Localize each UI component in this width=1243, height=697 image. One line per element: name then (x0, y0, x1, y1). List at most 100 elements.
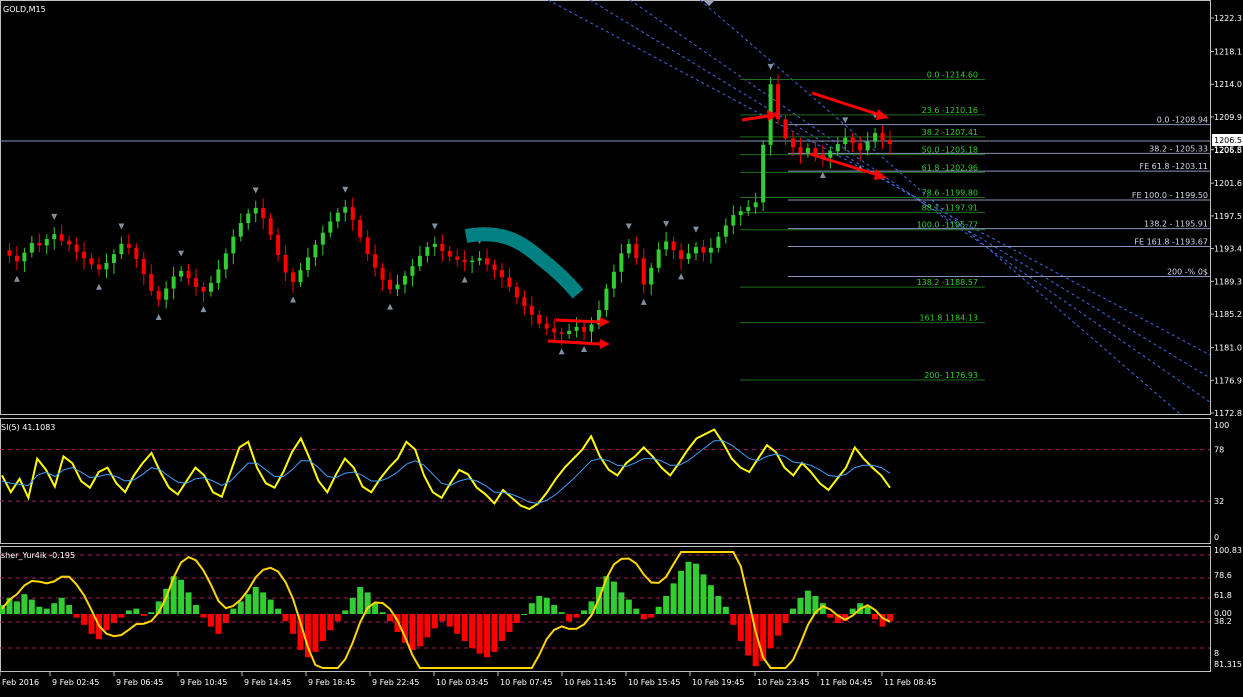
candle-body (701, 247, 706, 253)
x-axis-label: 9 Feb 22:45 (372, 678, 419, 687)
fib-level-label: 23.6 -1210.16 (922, 106, 978, 115)
candle-body (716, 236, 721, 248)
fisher-bar (543, 597, 550, 614)
candle-body (671, 241, 676, 251)
fisher-bar (461, 614, 468, 641)
arrow-flag-bottom (547, 339, 601, 346)
candle-body (619, 253, 624, 272)
candle-body (529, 306, 534, 315)
fisher-bar (66, 605, 73, 614)
candle-body (626, 243, 631, 254)
fractal-down-arrow (387, 303, 394, 310)
fisher-bar (498, 614, 505, 641)
candle-body (268, 218, 273, 236)
candle-body (738, 211, 743, 216)
fisher-bar (140, 614, 147, 616)
candle-body (380, 267, 385, 280)
fisher-bar (767, 614, 774, 649)
price-panel-frame (0, 0, 1211, 415)
fe-level-label: FE 61.8 -1203.11 (1139, 162, 1208, 171)
fisher-bar (409, 614, 416, 650)
candle-body (7, 250, 12, 256)
scroll-marker-icon[interactable] (703, 0, 715, 6)
fractal-up-arrow (342, 186, 349, 193)
fisher-axis-label: 38.2 (1214, 617, 1232, 626)
fib-level-label: 88.1 -1197.91 (922, 204, 978, 213)
fractal-down-arrow (290, 296, 297, 303)
fractal-up-arrow (767, 63, 774, 70)
fisher-bar (245, 594, 252, 614)
candle-body (141, 258, 146, 275)
fisher-bar (700, 574, 707, 614)
fractal-up-arrow (625, 223, 632, 230)
price-axis-label: 1197.5 (1214, 212, 1242, 221)
fractal-down-arrow (13, 275, 20, 282)
fisher-bar (118, 614, 125, 618)
fisher-bar (484, 614, 491, 658)
fisher-bar (566, 614, 573, 622)
candle-body (350, 207, 355, 220)
fisher-bar (260, 592, 267, 614)
fisher-bar (707, 585, 714, 614)
candle-body (537, 314, 542, 324)
fe-level-label: 38.2 - 1205.33 (1149, 144, 1208, 153)
price-axis-label: 1209.9 (1214, 113, 1242, 122)
current-price-tag-text: 1206.5 (1214, 136, 1242, 145)
candle-body (776, 84, 781, 120)
candle-body (283, 255, 288, 273)
fisher-bar (804, 590, 811, 614)
candle-body (119, 243, 124, 255)
fractal-up-arrow (118, 223, 125, 230)
candle-body (320, 232, 325, 245)
fisher-bar (864, 606, 871, 614)
fisher-axis-label: 78.6 (1214, 571, 1232, 580)
trading-chart-window: 0.0 -1214.6023.6 -1210.1638.2 -1207.4150… (0, 0, 1243, 687)
fisher-bar (581, 610, 588, 614)
candle-body (828, 151, 833, 158)
candle-body (604, 288, 609, 311)
fib-level-label: 138.2 -1188.57 (917, 278, 978, 287)
candle-body (850, 137, 855, 144)
candle-body (201, 286, 206, 292)
fisher-bar (13, 601, 20, 614)
candle-body (805, 148, 810, 153)
candle-body (59, 234, 64, 241)
fractal-up-arrow (252, 187, 259, 194)
candle-body (723, 225, 728, 237)
candle-body (74, 244, 79, 252)
candle-body (507, 277, 512, 287)
candle-body (417, 255, 422, 267)
fisher-bar (782, 614, 789, 623)
fisher-bar (469, 614, 476, 649)
x-axis-label: 11 Feb 04:45 (820, 678, 872, 687)
fisher-bar (536, 596, 543, 614)
fisher-bar (797, 597, 804, 614)
candle-body (388, 279, 393, 290)
candle-body (22, 252, 27, 262)
fisher-bar (133, 608, 140, 614)
fisher-bar (775, 614, 782, 636)
fisher-bar (148, 612, 155, 614)
candle-body (790, 138, 795, 148)
x-axis-label: 10 Feb 11:45 (564, 678, 616, 687)
x-axis-label: 9 Feb 06:45 (116, 678, 163, 687)
candle-body (634, 243, 639, 259)
fractal-down-arrow (200, 306, 207, 313)
fisher-bar (193, 605, 200, 614)
fisher-bar (827, 614, 834, 618)
x-axis-label: 10 Feb 19:45 (692, 678, 744, 687)
candle-body (432, 243, 437, 248)
candle-body (783, 119, 788, 139)
x-axis-label: 11 Feb 08:45 (884, 678, 936, 687)
fisher-bar (282, 614, 289, 622)
regression-channel-lines (547, 0, 1211, 415)
candle-body (89, 258, 94, 265)
x-axis-label: 10 Feb 07:45 (500, 678, 552, 687)
price-axis-label: 1172.8 (1214, 409, 1242, 418)
fisher-bar (110, 614, 117, 623)
candle-body (477, 258, 482, 261)
price-axis-label: 1189.3 (1214, 277, 1242, 286)
candle-body (164, 288, 169, 300)
candle-body (686, 253, 691, 259)
fisher-bar (446, 614, 453, 627)
